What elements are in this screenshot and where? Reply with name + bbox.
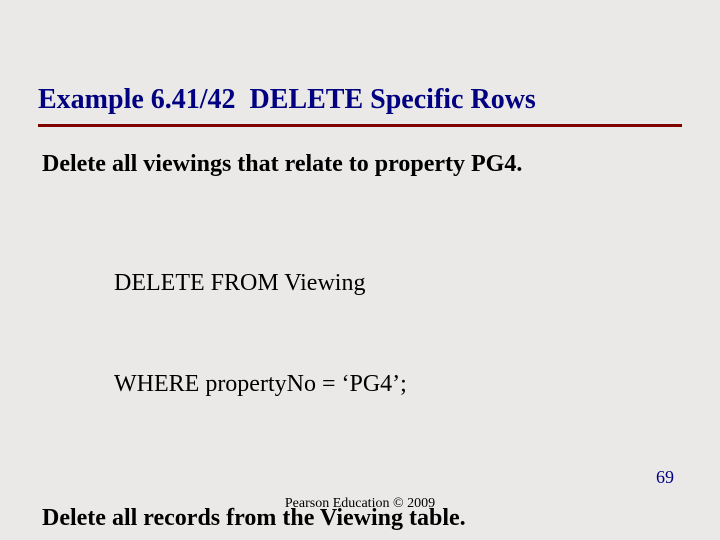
slide-content: Delete all viewings that relate to prope… (42, 148, 680, 540)
footer-copyright: Pearson Education © 2009 (0, 496, 720, 512)
slide-title: Example 6.41/42 DELETE Specific Rows (38, 84, 536, 116)
code-line: WHERE propertyNo = ‘PG4’; (114, 368, 680, 402)
title-underline (38, 124, 682, 127)
code-line: DELETE FROM Viewing (114, 267, 680, 301)
statement-1: Delete all viewings that relate to prope… (42, 148, 680, 182)
slide: Example 6.41/42 DELETE Specific Rows Del… (0, 0, 720, 540)
code-block-1: DELETE FROM Viewing WHERE propertyNo = ‘… (114, 200, 680, 469)
page-number: 69 (656, 467, 674, 488)
